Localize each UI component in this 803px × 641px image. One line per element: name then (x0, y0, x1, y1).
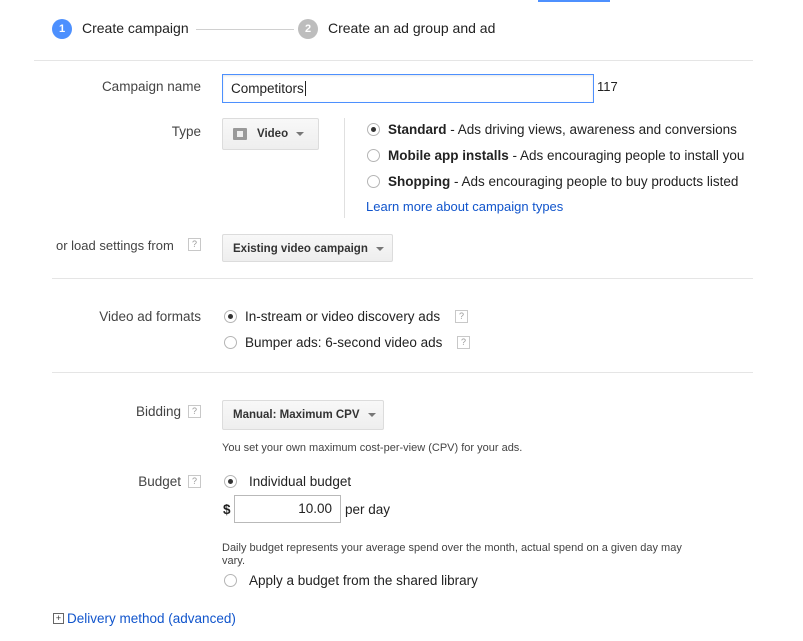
step-2-badge: 2 (298, 19, 318, 39)
bumper-label: Bumper ads: 6-second video ads (245, 335, 443, 350)
expand-icon[interactable]: + (53, 613, 64, 624)
delivery-method-link[interactable]: Delivery method (advanced) (67, 611, 236, 626)
shared-budget-radio[interactable] (224, 574, 237, 587)
campaign-name-label: Campaign name (101, 79, 201, 94)
budget-amount-value: 10.00 (298, 501, 332, 516)
section-divider (52, 372, 753, 373)
bumper-radio[interactable] (224, 336, 237, 349)
type-options-divider (344, 118, 345, 218)
bidding-label: Bidding (135, 404, 181, 419)
chevron-down-icon (375, 246, 384, 251)
budget-note: Daily budget represents your average spe… (222, 542, 682, 567)
campaign-name-value: Competitors (231, 81, 304, 96)
instream-label: In-stream or video discovery ads (245, 309, 441, 324)
section-divider (34, 60, 753, 61)
step-1-label: Create campaign (82, 20, 189, 36)
budget-label: Budget (138, 474, 181, 489)
type-mobile-text: Mobile app installs - Ads encouraging pe… (388, 148, 745, 163)
bumper-help-icon[interactable]: ? (457, 336, 470, 349)
bidding-dropdown-value: Manual: Maximum CPV (233, 409, 360, 421)
video-camera-icon (233, 127, 247, 140)
type-label: Type (171, 124, 201, 139)
budget-amount-input[interactable]: 10.00 (234, 495, 341, 523)
load-settings-help-icon[interactable]: ? (188, 238, 201, 251)
section-divider (52, 278, 753, 279)
instream-radio[interactable] (224, 310, 237, 323)
campaign-name-input[interactable]: Competitors (222, 74, 594, 103)
individual-budget-label: Individual budget (249, 474, 352, 489)
individual-budget-radio[interactable] (224, 475, 237, 488)
type-dropdown[interactable]: Video (222, 118, 319, 150)
type-mobile-radio[interactable] (367, 149, 380, 162)
load-settings-label: or load settings from (56, 238, 174, 253)
type-standard-radio[interactable] (367, 123, 380, 136)
step-1-badge: 1 (52, 19, 72, 39)
campaign-name-counter: 117 (597, 79, 618, 94)
currency-symbol: $ (223, 502, 231, 517)
bidding-help-icon[interactable]: ? (188, 405, 201, 418)
video-formats-label: Video ad formats (99, 309, 201, 324)
load-settings-dropdown[interactable]: Existing video campaign (222, 234, 393, 262)
step-2-label: Create an ad group and ad (328, 20, 496, 36)
shared-budget-label: Apply a budget from the shared library (249, 573, 478, 588)
learn-more-link[interactable]: Learn more about campaign types (366, 199, 563, 214)
per-day-label: per day (345, 502, 391, 517)
type-shopping-text: Shopping - Ads encouraging people to buy… (388, 174, 739, 189)
chevron-down-icon (296, 131, 305, 136)
type-dropdown-value: Video (257, 128, 289, 140)
chevron-down-icon (367, 412, 376, 417)
top-accent-bar (538, 0, 610, 2)
bidding-dropdown[interactable]: Manual: Maximum CPV (222, 400, 384, 430)
load-settings-dropdown-value: Existing video campaign (233, 243, 368, 255)
instream-help-icon[interactable]: ? (455, 310, 468, 323)
step-connector (196, 29, 294, 30)
type-shopping-radio[interactable] (367, 175, 380, 188)
bidding-note: You set your own maximum cost-per-view (… (222, 442, 523, 454)
type-standard-text: Standard - Ads driving views, awareness … (388, 122, 737, 137)
budget-help-icon[interactable]: ? (188, 475, 201, 488)
